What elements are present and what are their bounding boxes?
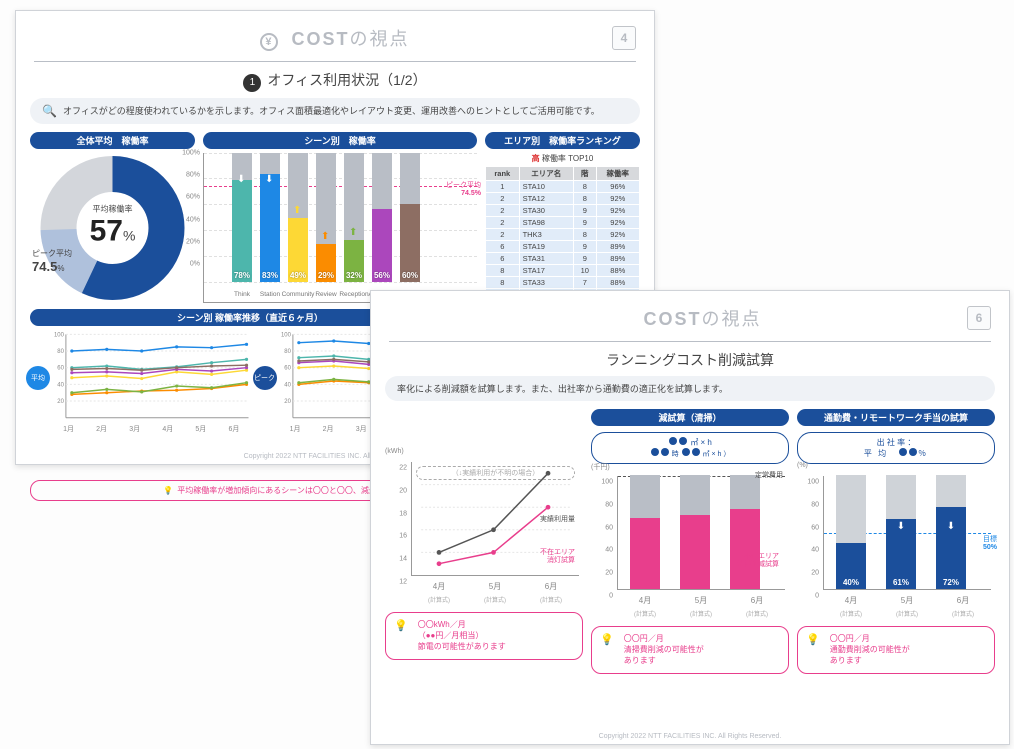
col-energy: . （↓実績利用が不明の場合） (kWh) 121416182022 （↓実績利… bbox=[385, 409, 583, 674]
lightbulb-icon: 💡 bbox=[163, 486, 173, 495]
svg-text:80: 80 bbox=[57, 349, 64, 355]
table-high: 高 高 稼働率 TOP10稼働率 TOP10 rankエリア名階稼働率1STA1… bbox=[485, 153, 640, 301]
lightbulb-icon: 💡 bbox=[806, 633, 820, 667]
col-cleaning: 減試算（清掃） ㎡ × h 時 ㎡ × h ） (千円) 02040608010… bbox=[591, 409, 789, 674]
label-baseline: 定常費用 bbox=[755, 470, 783, 480]
panel-scene-bars: シーン別 稼働率 0%20%40%60%80%100% ピーク平均74.5%78… bbox=[203, 132, 477, 303]
result-commute: 💡 〇〇円／月 通勤費削減の可能性が あります bbox=[797, 626, 995, 674]
result-cleaning: 💡 〇〇円／月 清掃費削減の可能性が あります bbox=[591, 626, 789, 674]
unit-energy: (kWh) bbox=[385, 448, 404, 455]
badge-avg: 平均 bbox=[26, 366, 50, 390]
gauge-chart: 平均稼働率 57% ピーク平均 74.5% bbox=[30, 153, 195, 303]
svg-text:40: 40 bbox=[57, 382, 64, 388]
scene-bar-chart: 0%20%40%60%80%100% ピーク平均74.5%78%Think⬇83… bbox=[203, 153, 477, 303]
subtitle: 1 オフィス利用状況（1/2） bbox=[34, 70, 636, 92]
panel-header-rank: エリア別 稼働率ランキング bbox=[485, 132, 640, 149]
high-table: rankエリア名階稼働率1STA10896%2STA12892%2STA3099… bbox=[485, 166, 640, 301]
yen-icon: ¥ bbox=[260, 33, 278, 51]
gauge-side-label: ピーク平均 bbox=[32, 248, 72, 259]
chip-energy-inner: （↓実績利用が不明の場合） bbox=[416, 466, 575, 480]
brand-suffix: の視点 bbox=[702, 309, 762, 329]
brand-suffix: の視点 bbox=[350, 29, 410, 49]
lead-content: オフィスがどの程度使われているかを示します。オフィス面積最適化やレイアウト変更、… bbox=[63, 104, 600, 117]
chart-cleaning: (千円) 020406080100 4月5月6月 (計算式)(計算式)(計算式)… bbox=[591, 470, 789, 620]
gauge-side-value: 74.5 bbox=[32, 259, 57, 274]
brand-title: ¥ COSTの視点 bbox=[237, 25, 432, 51]
header: ¥ COSTの視点 4 bbox=[34, 11, 636, 62]
panel-header-gauge: 全体平均 稼働率 bbox=[30, 132, 195, 149]
panel-header-bars: シーン別 稼働率 bbox=[203, 132, 477, 149]
annot-cleaning: 不在エリア 清掃削減試算 bbox=[737, 553, 779, 570]
result-energy: 💡 〇〇kWh／月 （●●円／月相当） 節電の可能性があります bbox=[385, 612, 583, 660]
gauge-side-pct: % bbox=[57, 264, 64, 273]
svg-text:60: 60 bbox=[57, 365, 64, 371]
gauge-pct: % bbox=[123, 227, 135, 243]
footer: Copyright 2022 NTT FACILITIES INC. All R… bbox=[371, 733, 1009, 740]
panel-header-cleaning: 減試算（清掃） bbox=[591, 409, 789, 426]
unit-cleaning: (千円) bbox=[591, 462, 610, 472]
lead-text: 🔍 オフィスがどの程度使われているかを示します。オフィス面積最適化やレイアウト変… bbox=[30, 98, 640, 124]
panel-ranking: エリア別 稼働率ランキング 高 高 稼働率 TOP10稼働率 TOP10 ran… bbox=[485, 132, 640, 303]
result-cleaning-text: 〇〇円／月 清掃費削減の可能性が あります bbox=[624, 633, 704, 667]
line-chart-avg: 平均 20406080100 1月2月3月4月5月6月 bbox=[30, 326, 251, 434]
magnifier-person-icon: 🔍 bbox=[42, 104, 57, 118]
legend-actual: 実績利用量 bbox=[540, 516, 575, 524]
svg-text:100: 100 bbox=[54, 332, 65, 338]
svg-text:40: 40 bbox=[284, 382, 291, 388]
header: ¥ COSTの視点 6 bbox=[389, 291, 991, 342]
brand-prefix: COST bbox=[291, 29, 349, 49]
subtitle-text: オフィス利用状況（1/2） bbox=[267, 72, 426, 88]
chip-commute: 出 社 率 ： 平 均 ％ bbox=[797, 432, 995, 464]
unit-commute: (%) bbox=[797, 462, 808, 469]
sheet-cost-6: ¥ COSTの視点 6 ランニングコスト削減試算 率化による削減額を試算します。… bbox=[370, 290, 1010, 745]
legend-off: 不在エリア 消灯試算 bbox=[540, 549, 575, 566]
result-energy-text: 〇〇kWh／月 （●●円／月相当） 節電の可能性があります bbox=[418, 619, 506, 653]
brand-prefix: COST bbox=[643, 309, 701, 329]
lightbulb-icon: 💡 bbox=[394, 619, 408, 653]
chart-energy: (kWh) 121416182022 （↓実績利用が不明の場合） 4月5月6月 … bbox=[385, 456, 583, 606]
subtitle: ランニングコスト削減試算 bbox=[389, 350, 991, 370]
svg-text:80: 80 bbox=[284, 349, 291, 355]
gauge-center-label: 平均稼働率 bbox=[90, 203, 136, 214]
target-label: 目標 bbox=[983, 536, 997, 543]
target-value: 50% bbox=[983, 544, 997, 551]
svg-text:20: 20 bbox=[284, 399, 291, 405]
chip-commute-l1: 出 社 率 ： bbox=[877, 438, 916, 447]
lead-text: 率化による削減額を試算します。また、出社率から通勤費の適正化を試算します。 bbox=[385, 376, 995, 401]
col-commute: 通勤費・リモートワーク手当の試算 出 社 率 ： 平 均 ％ (%) 02040… bbox=[797, 409, 995, 674]
svg-text:20: 20 bbox=[57, 399, 64, 405]
panel-overall-avg: 全体平均 稼働率 平均稼働率 57% ピーク平均 74.5% bbox=[30, 132, 195, 303]
lightbulb-icon: 💡 bbox=[600, 633, 614, 667]
svg-text:100: 100 bbox=[280, 332, 291, 338]
brand-title: ¥ COSTの視点 bbox=[592, 305, 787, 331]
result-commute-text: 〇〇円／月 通勤費削減の可能性が あります bbox=[830, 633, 910, 667]
lead-content: 率化による削減額を試算します。また、出社率から通勤費の適正化を試算します。 bbox=[397, 382, 728, 395]
badge-peak: ピーク bbox=[253, 366, 277, 390]
page-number: 6 bbox=[967, 306, 991, 330]
chip-cleaning: ㎡ × h 時 ㎡ × h ） bbox=[591, 432, 789, 464]
circled-one-icon: 1 bbox=[243, 74, 261, 92]
svg-text:60: 60 bbox=[284, 365, 291, 371]
chart-commute: (%) 020406080100 40% 61%⬇ 72%⬇ 4月5月6月 (計… bbox=[797, 470, 995, 620]
gauge-value: 57 bbox=[90, 214, 123, 247]
page-number: 4 bbox=[612, 26, 636, 50]
panel-header-commute: 通勤費・リモートワーク手当の試算 bbox=[797, 409, 995, 426]
